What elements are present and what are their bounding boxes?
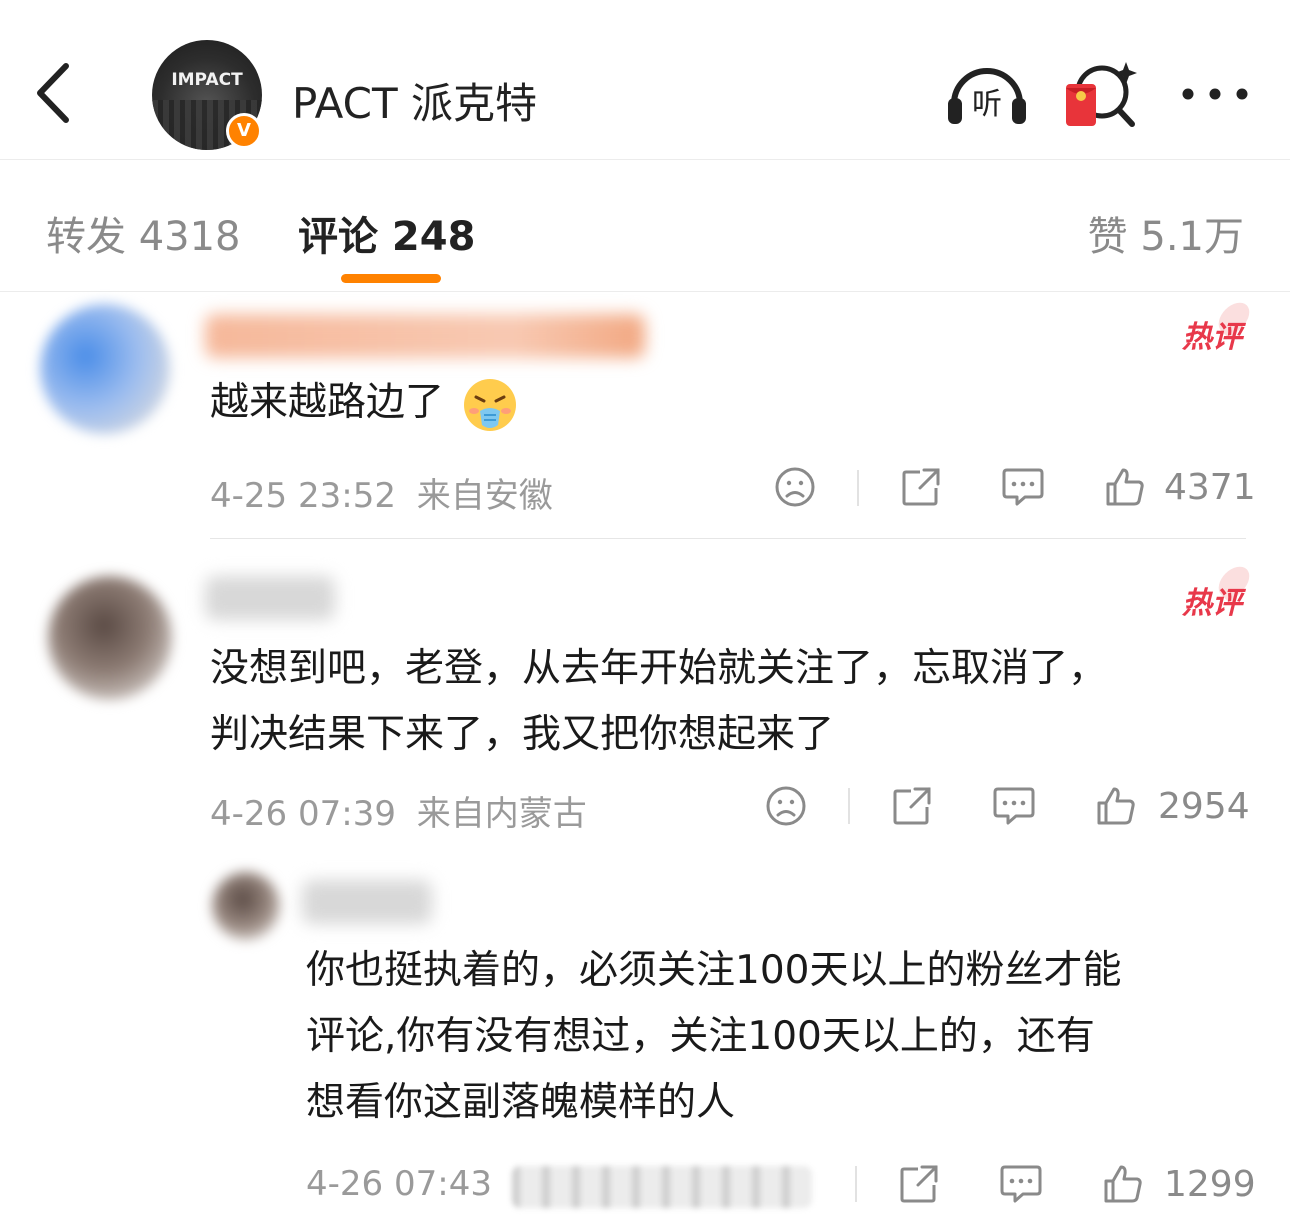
red-packet-search-button[interactable] <box>1062 58 1140 130</box>
comment-text: 你也挺执着的，必须关注100天以上的粉丝才能 评论,你有没有想过，关注100天以… <box>306 938 1256 1136</box>
tab-likes[interactable]: 赞 5.1万 <box>1088 204 1244 262</box>
like-count: 2954 <box>1158 786 1250 827</box>
top-bar: IMPACT V PACT 派克特 听 <box>0 0 1290 160</box>
active-tab-indicator <box>341 274 441 283</box>
share-icon[interactable] <box>900 466 942 508</box>
thumbs-up-icon[interactable] <box>1104 466 1146 508</box>
avatar[interactable] <box>48 576 172 700</box>
back-arrow-icon <box>37 63 69 123</box>
thumbs-up-icon[interactable] <box>1102 1163 1144 1205</box>
comment-text-line: 判决结果下来了，我又把你想起来了 <box>210 712 835 757</box>
dislike-face-icon[interactable] <box>774 466 816 508</box>
share-icon[interactable] <box>898 1163 940 1205</box>
comment-item: 热评 没想到吧，老登，从去年开始就关注了，忘取消了， 判决结果下来了，我又把你想… <box>0 540 1290 850</box>
comment-location: 来自安徽 <box>416 476 553 516</box>
comment-text-line: 想看你这副落魄模样的人 <box>306 1080 736 1125</box>
tab-comments[interactable]: 评论 248 <box>298 204 475 262</box>
comment-meta: 4-25 23:52 来自安徽 <box>210 468 553 517</box>
share-icon[interactable] <box>891 785 933 827</box>
back-button[interactable] <box>30 58 80 128</box>
more-icon <box>1182 88 1248 100</box>
tab-repost[interactable]: 转发 4318 <box>46 204 241 262</box>
comment-text: 越来越路边了 <box>210 370 518 436</box>
dislike-face-icon[interactable] <box>765 785 807 827</box>
thumbs-up-icon[interactable] <box>1095 785 1137 827</box>
hot-comment-badge: 热评 <box>1182 320 1242 355</box>
comment-time: 4-26 07:43 <box>306 1164 492 1204</box>
location-blurred <box>512 1166 812 1208</box>
more-button[interactable] <box>1180 80 1250 108</box>
reply-item: 你也挺执着的，必须关注100天以上的粉丝才能 评论,你有没有想过，关注100天以… <box>0 850 1290 1230</box>
comment-text: 没想到吧，老登，从去年开始就关注了，忘取消了， 判决结果下来了，我又把你想起来了 <box>210 636 1250 768</box>
comment-bubble-icon[interactable] <box>992 785 1036 827</box>
comment-item: 热评 越来越路边了 4-25 23:52 来自安徽 4371 <box>0 292 1290 540</box>
comment-text-line: 评论,你有没有想过，关注100天以上的，还有 <box>306 1014 1095 1059</box>
comment-bubble-icon[interactable] <box>1001 466 1045 508</box>
comment-divider <box>210 538 1246 539</box>
verified-badge: V <box>226 113 262 149</box>
listen-button[interactable]: 听 <box>944 60 1030 128</box>
avatar[interactable] <box>212 872 280 940</box>
tab-bar: 转发 4318 评论 248 赞 5.1万 <box>0 160 1290 292</box>
comment-text-line: 你也挺执着的，必须关注100天以上的粉丝才能 <box>306 948 1122 993</box>
comment-text-line: 没想到吧，老登，从去年开始就关注了，忘取消了， <box>210 646 1108 691</box>
username-blurred[interactable] <box>205 314 645 358</box>
nauseated-face-icon <box>464 378 517 431</box>
hot-comment-badge: 热评 <box>1182 586 1242 621</box>
comment-time: 4-25 23:52 <box>210 476 396 516</box>
action-separator <box>848 788 850 824</box>
comment-meta: 4-26 07:43 <box>306 1164 492 1204</box>
action-separator <box>857 470 859 506</box>
like-count: 1299 <box>1164 1164 1256 1205</box>
listen-label: 听 <box>972 87 1002 122</box>
page-title[interactable]: PACT 派克特 <box>292 70 537 131</box>
avatar-logo-text: IMPACT <box>171 70 243 90</box>
comment-bubble-icon[interactable] <box>999 1163 1043 1205</box>
comment-text-content: 越来越路边了 <box>210 380 445 425</box>
comment-time: 4-26 07:39 <box>210 794 396 834</box>
action-separator <box>855 1166 857 1202</box>
username-blurred[interactable] <box>205 576 335 620</box>
red-packet-icon <box>1066 62 1137 127</box>
avatar[interactable] <box>40 304 170 434</box>
comment-meta: 4-26 07:39 来自内蒙古 <box>210 786 587 835</box>
username-blurred[interactable] <box>302 880 432 924</box>
like-count: 4371 <box>1164 467 1256 508</box>
headphones-icon: 听 <box>948 68 1026 124</box>
comment-location: 来自内蒙古 <box>416 794 587 834</box>
